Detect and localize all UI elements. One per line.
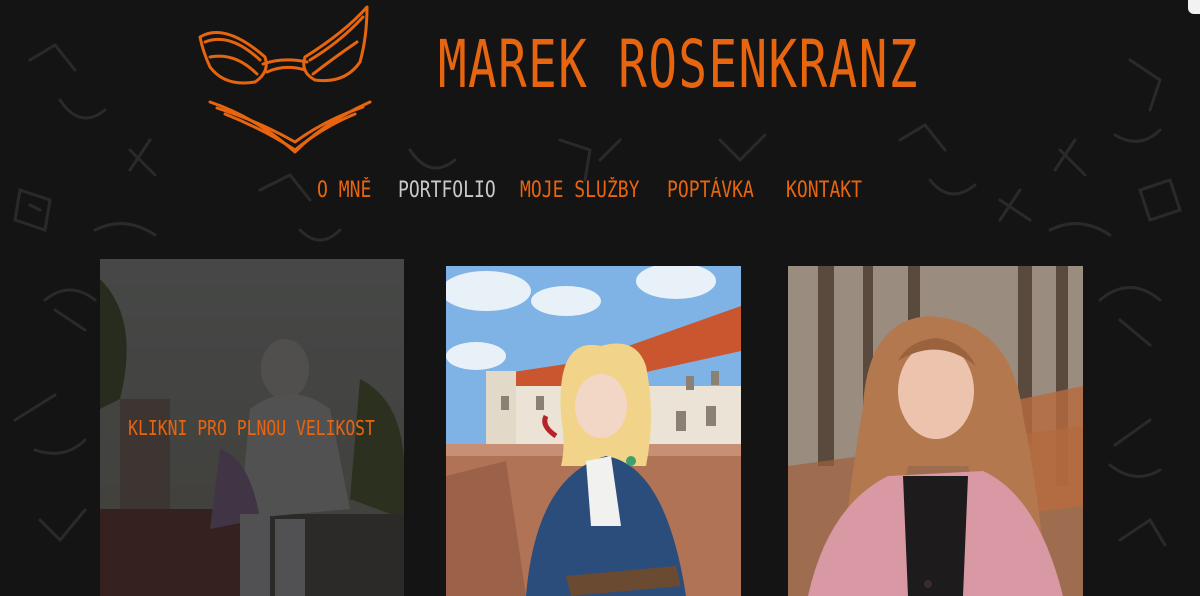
nav-item-poptavka[interactable]: POPTÁVKA xyxy=(667,178,754,203)
hover-overlay[interactable]: KLIKNI PRO PLNOU VELIKOST xyxy=(100,259,404,596)
gallery-item[interactable] xyxy=(788,266,1083,596)
gallery-photo xyxy=(446,266,741,596)
nav-item-moje-sluzby[interactable]: MOJE SLUŽBY xyxy=(520,178,639,203)
main-nav: O MNĚ PORTFOLIO MOJE SLUŽBY POPTÁVKA KON… xyxy=(0,178,1200,212)
mask-logo-icon[interactable] xyxy=(195,2,375,162)
gallery-item[interactable]: KLIKNI PRO PLNOU VELIKOST xyxy=(100,259,404,596)
gallery-photo xyxy=(788,266,1083,596)
site-header: MAREK ROSENKRANZ xyxy=(0,0,1200,170)
overlay-text: KLIKNI PRO PLNOU VELIKOST xyxy=(128,415,376,440)
nav-item-kontakt[interactable]: KONTAKT xyxy=(786,178,862,203)
gallery-item[interactable] xyxy=(446,266,741,596)
nav-item-o-mne[interactable]: O MNĚ xyxy=(317,178,371,203)
nav-item-portfolio[interactable]: PORTFOLIO xyxy=(398,178,496,203)
site-title[interactable]: MAREK ROSENKRANZ xyxy=(438,26,917,103)
scrollbar-thumb[interactable] xyxy=(1188,0,1200,14)
